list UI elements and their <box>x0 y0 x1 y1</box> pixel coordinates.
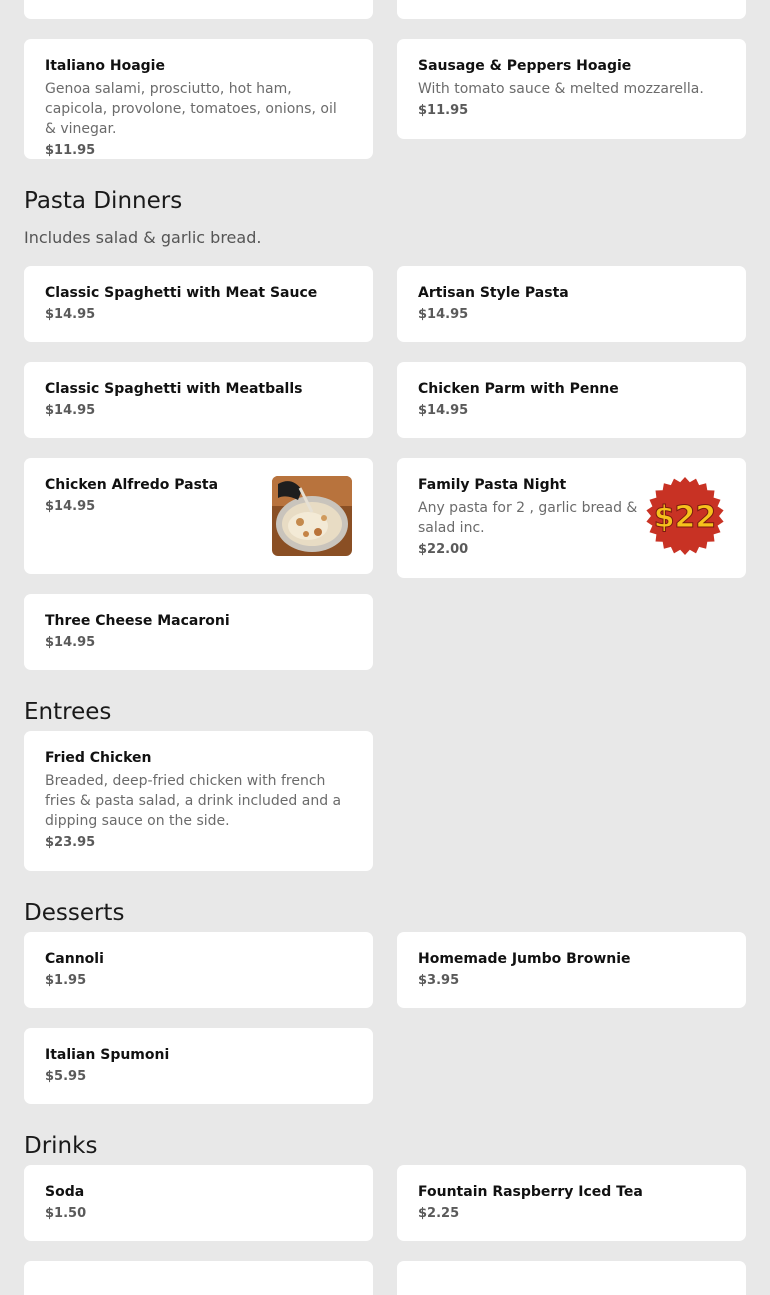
item-price: $23.95 <box>45 835 96 850</box>
item-price: $14.95 <box>45 499 96 514</box>
menu-item-card[interactable]: Family Pasta Night Any pasta for 2 , gar… <box>397 458 746 578</box>
item-price: $1.50 <box>45 1206 87 1221</box>
item-name: Family Pasta Night <box>418 477 567 493</box>
item-name: Homemade Jumbo Brownie <box>418 951 631 967</box>
pasta-photo-icon[interactable] <box>272 476 352 556</box>
menu-item-card[interactable]: Cannoli $1.95 <box>24 932 373 1008</box>
item-price: $11.95 <box>45 143 96 158</box>
item-price: $14.95 <box>45 403 96 418</box>
menu-item-card[interactable]: Chicken Parm with Penne $14.95 <box>397 362 746 438</box>
item-name: Sausage & Peppers Hoagie <box>418 58 632 74</box>
menu-item-card-partial[interactable] <box>24 1261 373 1295</box>
menu-item-card[interactable]: Homemade Jumbo Brownie $3.95 <box>397 932 746 1008</box>
menu-item-card[interactable]: Fountain Raspberry Iced Tea $2.25 <box>397 1165 746 1241</box>
menu-item-card-partial[interactable] <box>24 0 373 19</box>
item-price: $14.95 <box>418 307 469 322</box>
item-name: Cannoli <box>45 951 104 967</box>
section-subtitle-pasta-dinners: Includes salad & garlic bread. <box>24 228 262 247</box>
item-price: $14.95 <box>418 403 469 418</box>
item-description: Genoa salami, prosciutto, hot ham, capic… <box>45 81 337 137</box>
item-price: $1.95 <box>45 973 87 988</box>
menu-item-card[interactable]: Italian Spumoni $5.95 <box>24 1028 373 1104</box>
item-name: Classic Spaghetti with Meat Sauce <box>45 285 318 301</box>
item-name: Chicken Alfredo Pasta <box>45 477 219 493</box>
menu-item-card[interactable]: Sausage & Peppers Hoagie With tomato sau… <box>397 39 746 139</box>
section-title-drinks: Drinks <box>24 1133 98 1159</box>
menu-item-card[interactable]: Chicken Alfredo Pasta $14.95 <box>24 458 373 574</box>
section-title-desserts: Desserts <box>24 900 125 926</box>
price-badge-icon[interactable]: $22 <box>645 476 725 556</box>
item-name: Classic Spaghetti with Meatballs <box>45 381 303 397</box>
section-title-pasta-dinners: Pasta Dinners <box>24 188 183 214</box>
menu-item-card[interactable]: Italiano Hoagie Genoa salami, prosciutto… <box>24 39 373 159</box>
item-price: $14.95 <box>45 307 96 322</box>
menu-item-card[interactable]: Fried Chicken Breaded, deep-fried chicke… <box>24 731 373 871</box>
item-name: Fried Chicken <box>45 750 152 766</box>
item-name: Soda <box>45 1184 85 1200</box>
item-name: Three Cheese Macaroni <box>45 613 230 629</box>
menu-item-card[interactable]: Classic Spaghetti with Meat Sauce $14.95 <box>24 266 373 342</box>
menu-item-card[interactable]: Artisan Style Pasta $14.95 <box>397 266 746 342</box>
item-price: $14.95 <box>45 635 96 650</box>
section-title-entrees: Entrees <box>24 699 112 725</box>
menu-item-card-partial[interactable] <box>397 1261 746 1295</box>
item-name: Italiano Hoagie <box>45 58 165 74</box>
item-description: With tomato sauce & melted mozzarella. <box>418 81 704 97</box>
item-name: Fountain Raspberry Iced Tea <box>418 1184 643 1200</box>
item-description: Breaded, deep-fried chicken with french … <box>45 773 342 829</box>
menu-item-card[interactable]: Classic Spaghetti with Meatballs $14.95 <box>24 362 373 438</box>
item-price: $2.25 <box>418 1206 460 1221</box>
item-name: Italian Spumoni <box>45 1047 170 1063</box>
item-price: $22.00 <box>418 542 469 557</box>
item-name: Artisan Style Pasta <box>418 285 569 301</box>
menu-item-card[interactable]: Soda $1.50 <box>24 1165 373 1241</box>
menu-item-card-partial[interactable] <box>397 0 746 19</box>
item-price: $3.95 <box>418 973 460 988</box>
item-name: Chicken Parm with Penne <box>418 381 619 397</box>
item-price: $11.95 <box>418 103 469 118</box>
menu-item-card[interactable]: Three Cheese Macaroni $14.95 <box>24 594 373 670</box>
item-description: Any pasta for 2 , garlic bread & salad i… <box>418 500 638 536</box>
svg-text:$22: $22 <box>654 500 717 535</box>
item-price: $5.95 <box>45 1069 87 1084</box>
